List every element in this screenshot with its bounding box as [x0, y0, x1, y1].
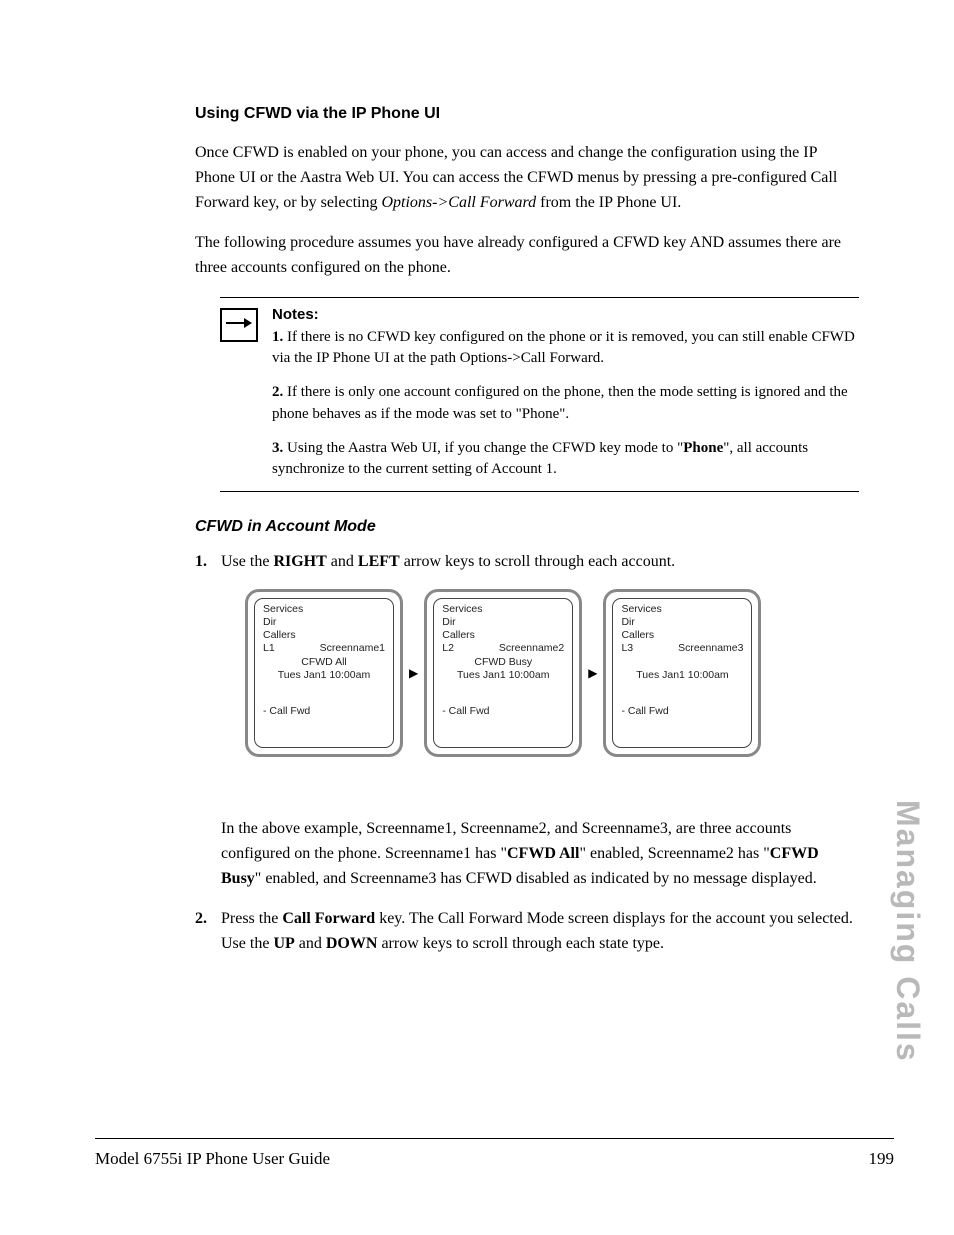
screen-mode: CFWD All — [263, 656, 385, 669]
text: Use the — [221, 553, 273, 570]
footer-title: Model 6755i IP Phone User Guide — [95, 1149, 330, 1169]
triangle-right-icon: ▶ — [588, 666, 597, 681]
screen-line: Callers — [263, 629, 385, 642]
screen-date: Tues Jan1 10:00am — [263, 669, 385, 682]
key-name: RIGHT — [273, 553, 326, 570]
notes-title: Notes: — [272, 306, 319, 323]
screen-softkey: - Call Fwd — [621, 705, 668, 717]
step-number: 2. — [195, 907, 221, 957]
section-tab: Managing Calls — [889, 800, 926, 1063]
screen-name: Screenname3 — [678, 642, 743, 655]
screen-date: Tues Jan1 10:00am — [621, 669, 743, 682]
text: from the IP Phone UI. — [536, 194, 681, 211]
screen-mode — [621, 656, 743, 669]
step-text: Use the RIGHT and LEFT arrow keys to scr… — [221, 550, 859, 575]
subsection-heading: CFWD in Account Mode — [195, 518, 859, 536]
phone-screen: Services Dir Callers L1 Screenname1 CFWD … — [245, 589, 403, 757]
key-name: LEFT — [358, 553, 400, 570]
screen-softkey: - Call Fwd — [263, 705, 310, 717]
screen-line: Services — [263, 603, 385, 616]
note-number: 3. — [272, 440, 283, 456]
note-text: If there is only one account configured … — [272, 384, 848, 422]
text: and — [327, 553, 358, 570]
screen-line-id: L1 — [263, 642, 275, 655]
screen-line: Callers — [442, 629, 564, 642]
screen-name: Screenname2 — [499, 642, 564, 655]
arrow-right-icon — [220, 308, 258, 342]
paragraph: The following procedure assumes you have… — [195, 231, 859, 281]
page-number: 199 — [869, 1149, 895, 1169]
text: Press the — [221, 910, 282, 927]
footer-rule — [95, 1138, 894, 1139]
screen-mode: CFWD Busy — [442, 656, 564, 669]
screen-line: Dir — [263, 616, 385, 629]
screen-date: Tues Jan1 10:00am — [442, 669, 564, 682]
screen-line: Services — [621, 603, 743, 616]
screen-line: Dir — [621, 616, 743, 629]
explanation-paragraph: In the above example, Screenname1, Scree… — [221, 817, 859, 891]
screen-softkey: - Call Fwd — [442, 705, 489, 717]
note-number: 1. — [272, 329, 283, 345]
text: arrow keys to scroll through each accoun… — [400, 553, 675, 570]
phone-screen: Services Dir Callers L3 Screenname3 Tues … — [603, 589, 761, 757]
triangle-right-icon: ▶ — [409, 666, 418, 681]
phone-screen: Services Dir Callers L2 Screenname2 CFWD … — [424, 589, 582, 757]
text: " enabled, and Screenname3 has CFWD disa… — [255, 870, 817, 887]
mode-name: CFWD All — [507, 845, 579, 862]
paragraph: Once CFWD is enabled on your phone, you … — [195, 141, 859, 215]
key-name: DOWN — [326, 935, 378, 952]
notes-content: Notes: 1. If there is no CFWD key config… — [272, 304, 859, 485]
key-name: Call Forward — [282, 910, 375, 927]
section-heading: Using CFWD via the IP Phone UI — [195, 105, 859, 123]
menu-path: Options->Call Forward — [381, 194, 536, 211]
note-text: If there is no CFWD key configured on th… — [272, 329, 855, 367]
step-text: Press the Call Forward key. The Call For… — [221, 907, 859, 957]
page-footer: Model 6755i IP Phone User Guide 199 — [95, 1149, 894, 1169]
key-name: UP — [273, 935, 294, 952]
note-number: 2. — [272, 384, 283, 400]
note-bold: Phone — [683, 440, 723, 456]
phone-screens-row: Services Dir Callers L1 Screenname1 CFWD … — [245, 589, 859, 757]
text: and — [295, 935, 326, 952]
screen-line-id: L2 — [442, 642, 454, 655]
step-number: 1. — [195, 550, 221, 575]
screen-line: Dir — [442, 616, 564, 629]
screen-name: Screenname1 — [320, 642, 385, 655]
step-item: 2. Press the Call Forward key. The Call … — [195, 907, 859, 957]
screen-line: Services — [442, 603, 564, 616]
note-text: Using the Aastra Web UI, if you change t… — [283, 440, 683, 456]
screen-line: Callers — [621, 629, 743, 642]
notes-block: Notes: 1. If there is no CFWD key config… — [220, 297, 859, 492]
screen-line-id: L3 — [621, 642, 633, 655]
text: " enabled, Screenname2 has " — [579, 845, 769, 862]
text: arrow keys to scroll through each state … — [377, 935, 664, 952]
step-item: 1. Use the RIGHT and LEFT arrow keys to … — [195, 550, 859, 575]
